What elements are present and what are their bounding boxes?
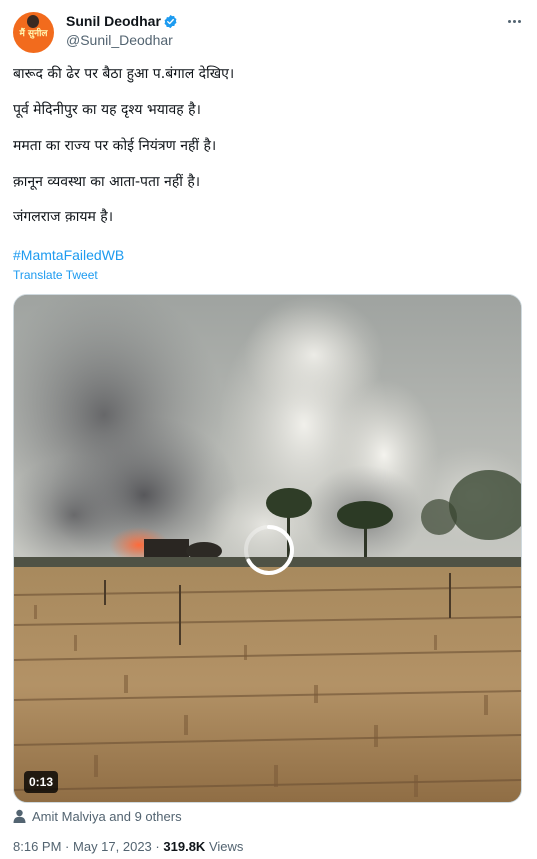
- avatar-text: मैं सुनील: [19, 29, 48, 39]
- avatar-face: [27, 15, 39, 28]
- video-player[interactable]: 0:13: [13, 294, 522, 803]
- more-options-button[interactable]: [500, 10, 528, 32]
- tweet-card: मैं सुनील Sunil Deodhar @Sunil_Deodhar ब…: [0, 0, 537, 859]
- hashtag-link[interactable]: #MamtaFailedWB: [13, 245, 124, 265]
- more-options-dot: [517, 19, 521, 23]
- views-label: Views: [208, 839, 244, 854]
- tweet-date[interactable]: May 17, 2023: [73, 839, 152, 854]
- tweet-text-line: पूर्व मेदिनीपुर का यह दृश्य भयावह है।: [13, 102, 201, 118]
- tweet-text-line: क़ानून व्यवस्था का आता-पता नहीं है।: [13, 174, 201, 190]
- loading-spinner-icon: [244, 525, 294, 575]
- more-options-dot: [512, 19, 516, 23]
- tagged-users-label: Amit Malviya and 9 others: [32, 808, 182, 824]
- more-options-icon: [507, 19, 511, 23]
- tweet-text-line: बारूद की ढेर पर बैठा हुआ प.बंगाल देखिए।: [13, 66, 235, 82]
- tweet-text-line: ममता का राज्य पर कोई नियंत्रण नहीं है।: [13, 138, 217, 154]
- tweet-time[interactable]: 8:16 PM: [13, 839, 61, 854]
- tagged-users[interactable]: Amit Malviya and 9 others: [13, 806, 182, 826]
- author-display-name[interactable]: Sunil Deodhar: [66, 12, 161, 30]
- author-handle[interactable]: @Sunil_Deodhar: [66, 31, 173, 49]
- translate-tweet-link[interactable]: Translate Tweet: [13, 267, 98, 283]
- tweet-text-line: जंगलराज क़ायम है।: [13, 209, 114, 225]
- views-count: 319.8K: [163, 839, 206, 854]
- person-icon: [13, 809, 26, 823]
- avatar[interactable]: मैं सुनील: [13, 12, 54, 53]
- verified-badge-icon: [164, 14, 177, 29]
- meta-separator: ·: [155, 839, 160, 854]
- meta-separator: ·: [65, 839, 70, 854]
- video-duration-badge: 0:13: [24, 771, 59, 793]
- tweet-meta: 8:16 PM · May 17, 2023 · 319.8K Views: [13, 838, 243, 856]
